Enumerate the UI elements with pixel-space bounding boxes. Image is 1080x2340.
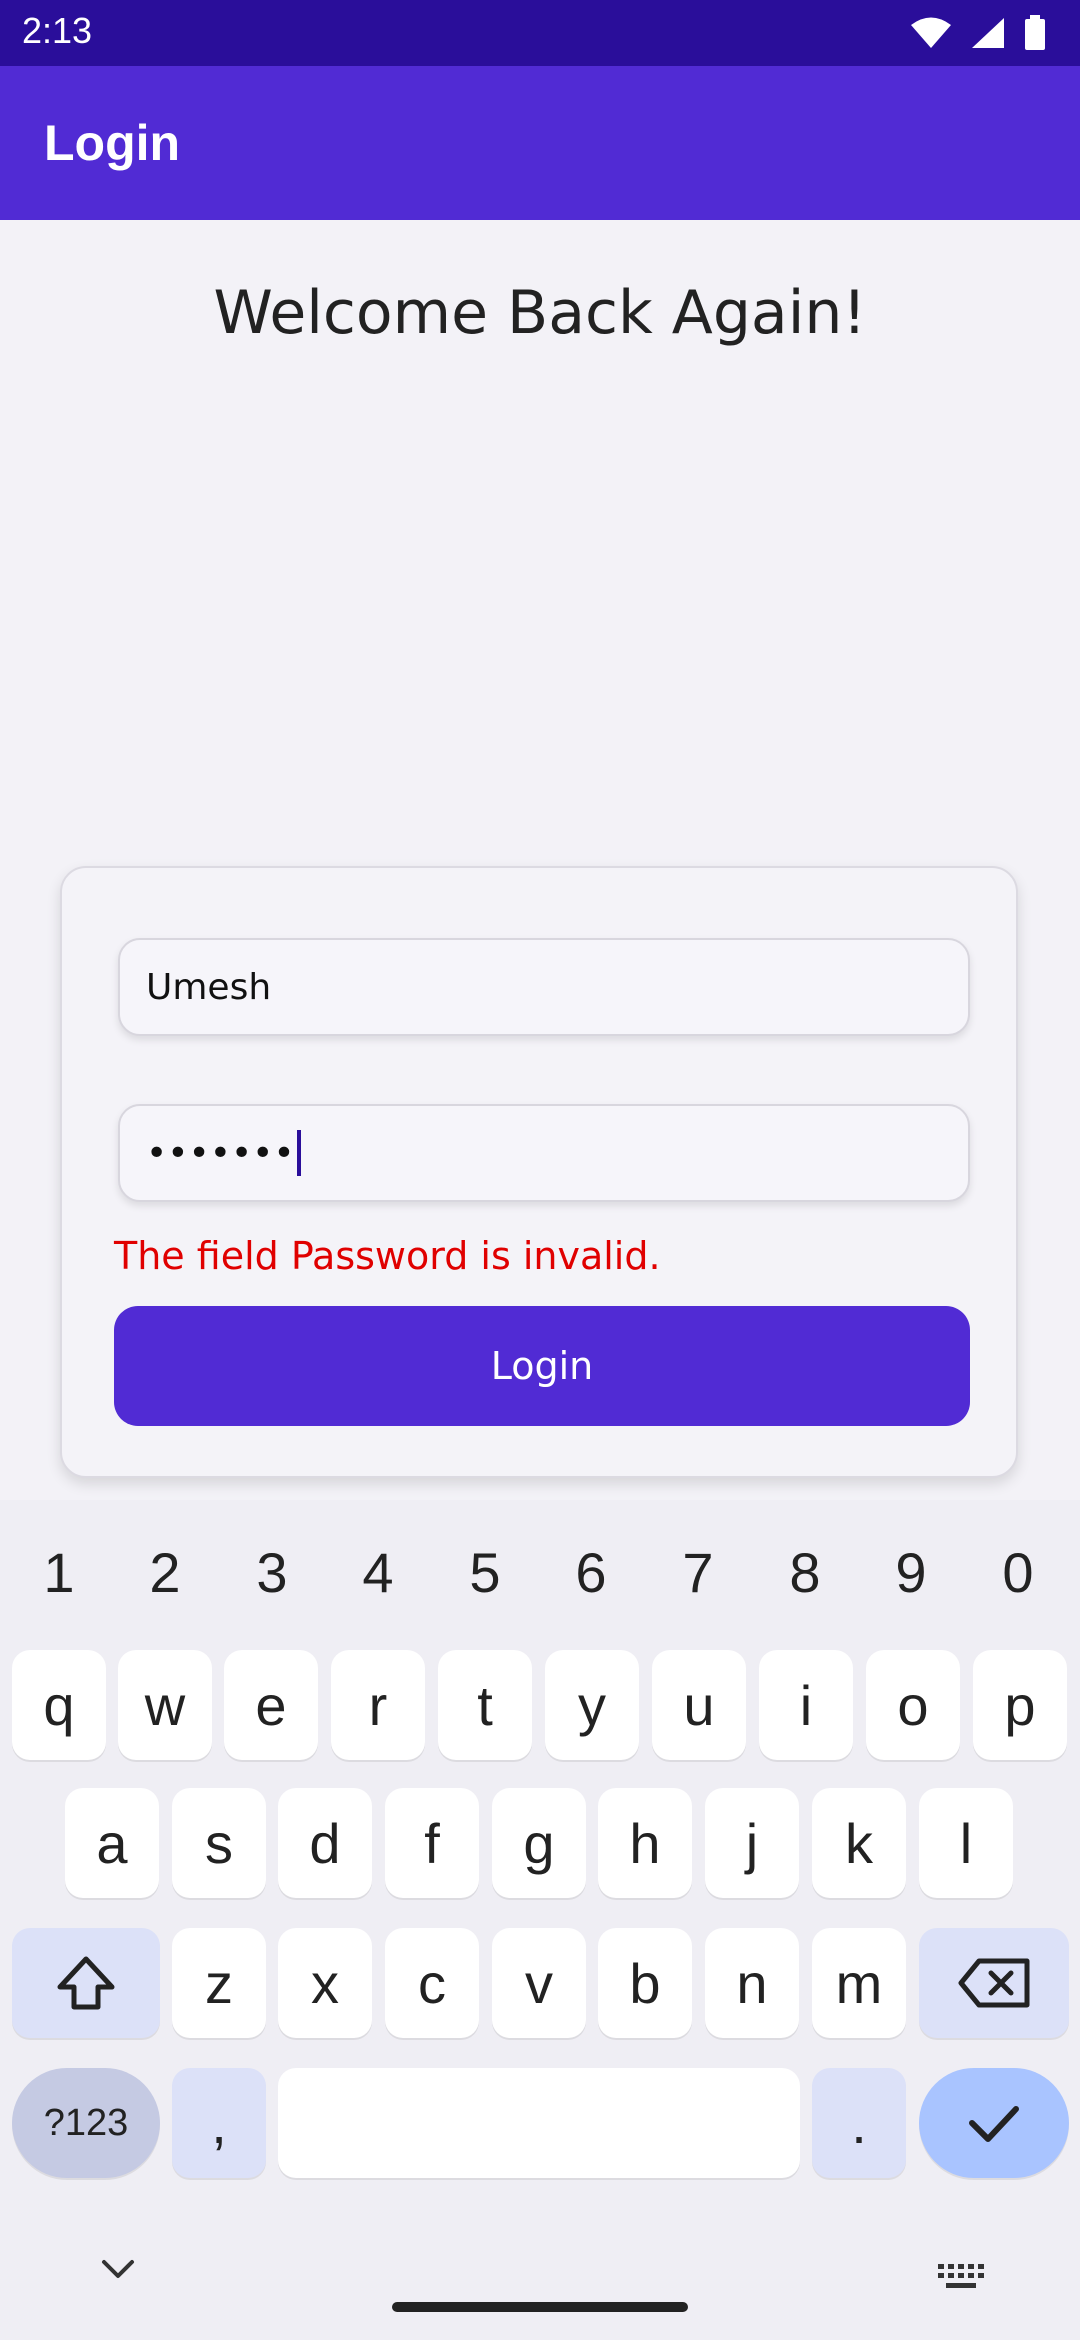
key-l[interactable]: l: [919, 1788, 1013, 1898]
space-key[interactable]: [278, 2068, 800, 2178]
key-w[interactable]: w: [118, 1650, 212, 1760]
key-z[interactable]: z: [172, 1928, 266, 2038]
key-h[interactable]: h: [598, 1788, 692, 1898]
key-g[interactable]: g: [492, 1788, 586, 1898]
password-field[interactable]: •••••••: [118, 1104, 970, 1202]
shift-key[interactable]: [12, 1928, 160, 2038]
key-n[interactable]: n: [705, 1928, 799, 2038]
key-j[interactable]: j: [705, 1788, 799, 1898]
key-4[interactable]: 4: [338, 1540, 418, 1605]
home-indicator[interactable]: [392, 2302, 688, 2312]
wifi-icon: [911, 17, 951, 48]
key-e[interactable]: e: [224, 1650, 318, 1760]
key-a[interactable]: a: [65, 1788, 159, 1898]
username-field[interactable]: Umesh: [118, 938, 970, 1036]
key-y[interactable]: y: [545, 1650, 639, 1760]
symbols-key[interactable]: ?123: [12, 2068, 160, 2178]
period-key[interactable]: .: [812, 2068, 906, 2178]
key-c[interactable]: c: [385, 1928, 479, 2038]
hide-keyboard-chevron-icon[interactable]: [100, 2258, 136, 2282]
number-row: 1 2 3 4 5 6 7 8 9 0: [0, 1540, 1080, 1610]
key-0[interactable]: 0: [978, 1540, 1058, 1605]
key-x[interactable]: x: [278, 1928, 372, 2038]
login-button[interactable]: Login: [114, 1306, 970, 1426]
app-bar-title: Login: [44, 115, 181, 171]
backspace-key[interactable]: [919, 1928, 1069, 2038]
username-value: Umesh: [146, 966, 272, 1008]
key-8[interactable]: 8: [765, 1540, 845, 1605]
key-t[interactable]: t: [438, 1650, 532, 1760]
key-u[interactable]: u: [652, 1650, 746, 1760]
shift-arrow-icon: [57, 1956, 115, 2010]
checkmark-icon: [969, 2106, 1019, 2142]
keyboard-switch-icon[interactable]: [936, 2262, 986, 2292]
key-3[interactable]: 3: [232, 1540, 312, 1605]
key-m[interactable]: m: [812, 1928, 906, 2038]
status-icons: [910, 14, 1046, 52]
status-bar: 2:13: [0, 0, 1080, 66]
text-caret: [296, 1130, 301, 1176]
key-s[interactable]: s: [172, 1788, 266, 1898]
key-1[interactable]: 1: [19, 1540, 99, 1605]
key-5[interactable]: 5: [445, 1540, 525, 1605]
battery-icon: [1025, 15, 1045, 50]
key-9[interactable]: 9: [871, 1540, 951, 1605]
status-time: 2:13: [22, 10, 93, 51]
key-f[interactable]: f: [385, 1788, 479, 1898]
key-2[interactable]: 2: [125, 1540, 205, 1605]
key-q[interactable]: q: [12, 1650, 106, 1760]
backspace-icon: [958, 1958, 1030, 2008]
key-p[interactable]: p: [973, 1650, 1067, 1760]
done-key[interactable]: [919, 2068, 1069, 2178]
comma-key[interactable]: ,: [172, 2068, 266, 2178]
welcome-heading: Welcome Back Again!: [213, 278, 867, 348]
key-d[interactable]: d: [278, 1788, 372, 1898]
key-i[interactable]: i: [759, 1650, 853, 1760]
key-k[interactable]: k: [812, 1788, 906, 1898]
key-7[interactable]: 7: [658, 1540, 738, 1605]
key-b[interactable]: b: [598, 1928, 692, 2038]
login-card: Umesh ••••••• The field Password is inva…: [60, 866, 1018, 1478]
key-r[interactable]: r: [331, 1650, 425, 1760]
app-bar: Login: [0, 66, 1080, 220]
key-6[interactable]: 6: [551, 1540, 631, 1605]
soft-keyboard: 1 2 3 4 5 6 7 8 9 0 q w e r t y u i o p …: [0, 1500, 1080, 2340]
key-o[interactable]: o: [866, 1650, 960, 1760]
password-error-text: The field Password is invalid.: [114, 1234, 661, 1278]
key-v[interactable]: v: [492, 1928, 586, 2038]
login-button-label: Login: [490, 1344, 594, 1388]
password-value: •••••••: [146, 1132, 295, 1174]
signal-icon: [972, 18, 1004, 48]
